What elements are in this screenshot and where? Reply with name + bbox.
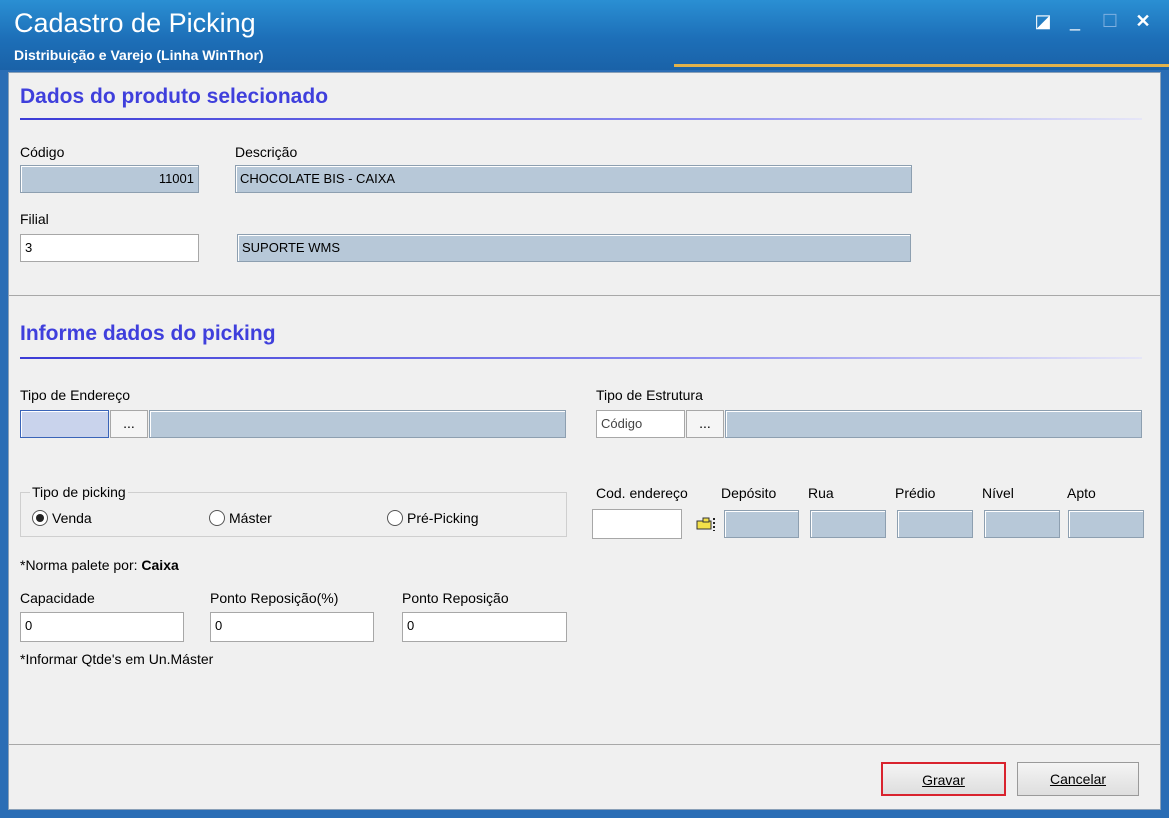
picking-section-line [20,357,1142,359]
tipo-estrutura-desc-field [725,410,1142,438]
predio-field [897,510,973,538]
form-body: Dados do produto selecionado Código 1100… [8,72,1161,810]
codigo-field: 11001 [20,165,199,193]
picking-section-title: Informe dados do picking [20,322,276,345]
product-section-line [20,118,1142,120]
predio-label: Prédio [895,485,936,501]
norma-label: *Norma palete por: [20,557,138,573]
filial-name-field: SUPORTE WMS [237,234,911,262]
tipo-estrutura-browse-button[interactable]: ... [686,410,724,438]
ponto-reposicao-pct-label: Ponto Reposição(%) [210,590,339,606]
title-accent-line [674,64,1169,67]
title-bar[interactable]: Cadastro de Picking Distribuição e Varej… [0,0,1169,70]
picking-window: Cadastro de Picking Distribuição e Varej… [0,0,1169,818]
radio-venda[interactable]: Venda [32,510,92,526]
descricao-label: Descrição [235,144,298,160]
tipo-endereco-desc-field [149,410,566,438]
filial-label: Filial [20,211,49,227]
info-note: *Informar Qtde's em Un.Máster [20,651,214,667]
radio-pre-picking-dot[interactable] [387,510,403,526]
nivel-label: Nível [982,485,1014,501]
minimize-icon[interactable]: _ [1064,10,1086,32]
close-icon[interactable]: ✕ [1132,10,1154,32]
rua-field [810,510,886,538]
radio-master-label: Máster [229,510,272,526]
radio-venda-dot[interactable] [32,510,48,526]
cancelar-label: Cancelar [1049,771,1107,787]
radio-pre-picking-label: Pré-Picking [407,510,479,526]
apto-label: Apto [1067,485,1096,501]
filial-input[interactable]: 3 [20,234,199,262]
ponto-reposicao-label: Ponto Reposição [402,590,509,606]
gravar-button[interactable]: Gravar [881,762,1006,796]
window-subtitle: Distribuição e Varejo (Linha WinThor) [14,47,264,63]
radio-venda-label: Venda [52,510,92,526]
radio-pre-picking[interactable]: Pré-Picking [387,510,479,526]
maximize-icon[interactable]: ☐ [1099,10,1121,32]
codigo-label: Código [20,144,65,160]
tipo-estrutura-label: Tipo de Estrutura [596,387,703,403]
product-section-title: Dados do produto selecionado [20,85,329,108]
footer-divider [9,744,1160,745]
cod-endereco-label: Cod. endereço [596,485,688,501]
section-divider [9,295,1160,296]
pointing-hand-icon[interactable] [695,514,721,534]
restore-icon[interactable]: ◪ [1032,10,1054,32]
ponto-reposicao-input[interactable]: 0 [402,612,567,642]
rua-label: Rua [808,485,834,501]
tipo-picking-label: Tipo de picking [30,484,128,500]
nivel-field [984,510,1060,538]
capacidade-input[interactable]: 0 [20,612,184,642]
cod-endereco-input[interactable] [592,509,682,539]
cancelar-button[interactable]: Cancelar [1017,762,1139,796]
deposito-label: Depósito [721,485,777,501]
norma-note: *Norma palete por: Caixa [20,557,179,573]
norma-value: Caixa [141,557,179,573]
radio-master[interactable]: Máster [209,510,272,526]
radio-master-dot[interactable] [209,510,225,526]
tipo-endereco-input[interactable] [20,410,109,438]
apto-field [1068,510,1144,538]
ponto-reposicao-pct-input[interactable]: 0 [210,612,374,642]
tipo-endereco-browse-button[interactable]: ... [110,410,148,438]
deposito-field [724,510,799,538]
gravar-label: Gravar [922,772,965,788]
tipo-estrutura-input[interactable]: Código [596,410,685,438]
descricao-field: CHOCOLATE BIS - CAIXA [235,165,912,193]
window-title: Cadastro de Picking [14,8,256,38]
tipo-endereco-label: Tipo de Endereço [20,387,130,403]
capacidade-label: Capacidade [20,590,95,606]
